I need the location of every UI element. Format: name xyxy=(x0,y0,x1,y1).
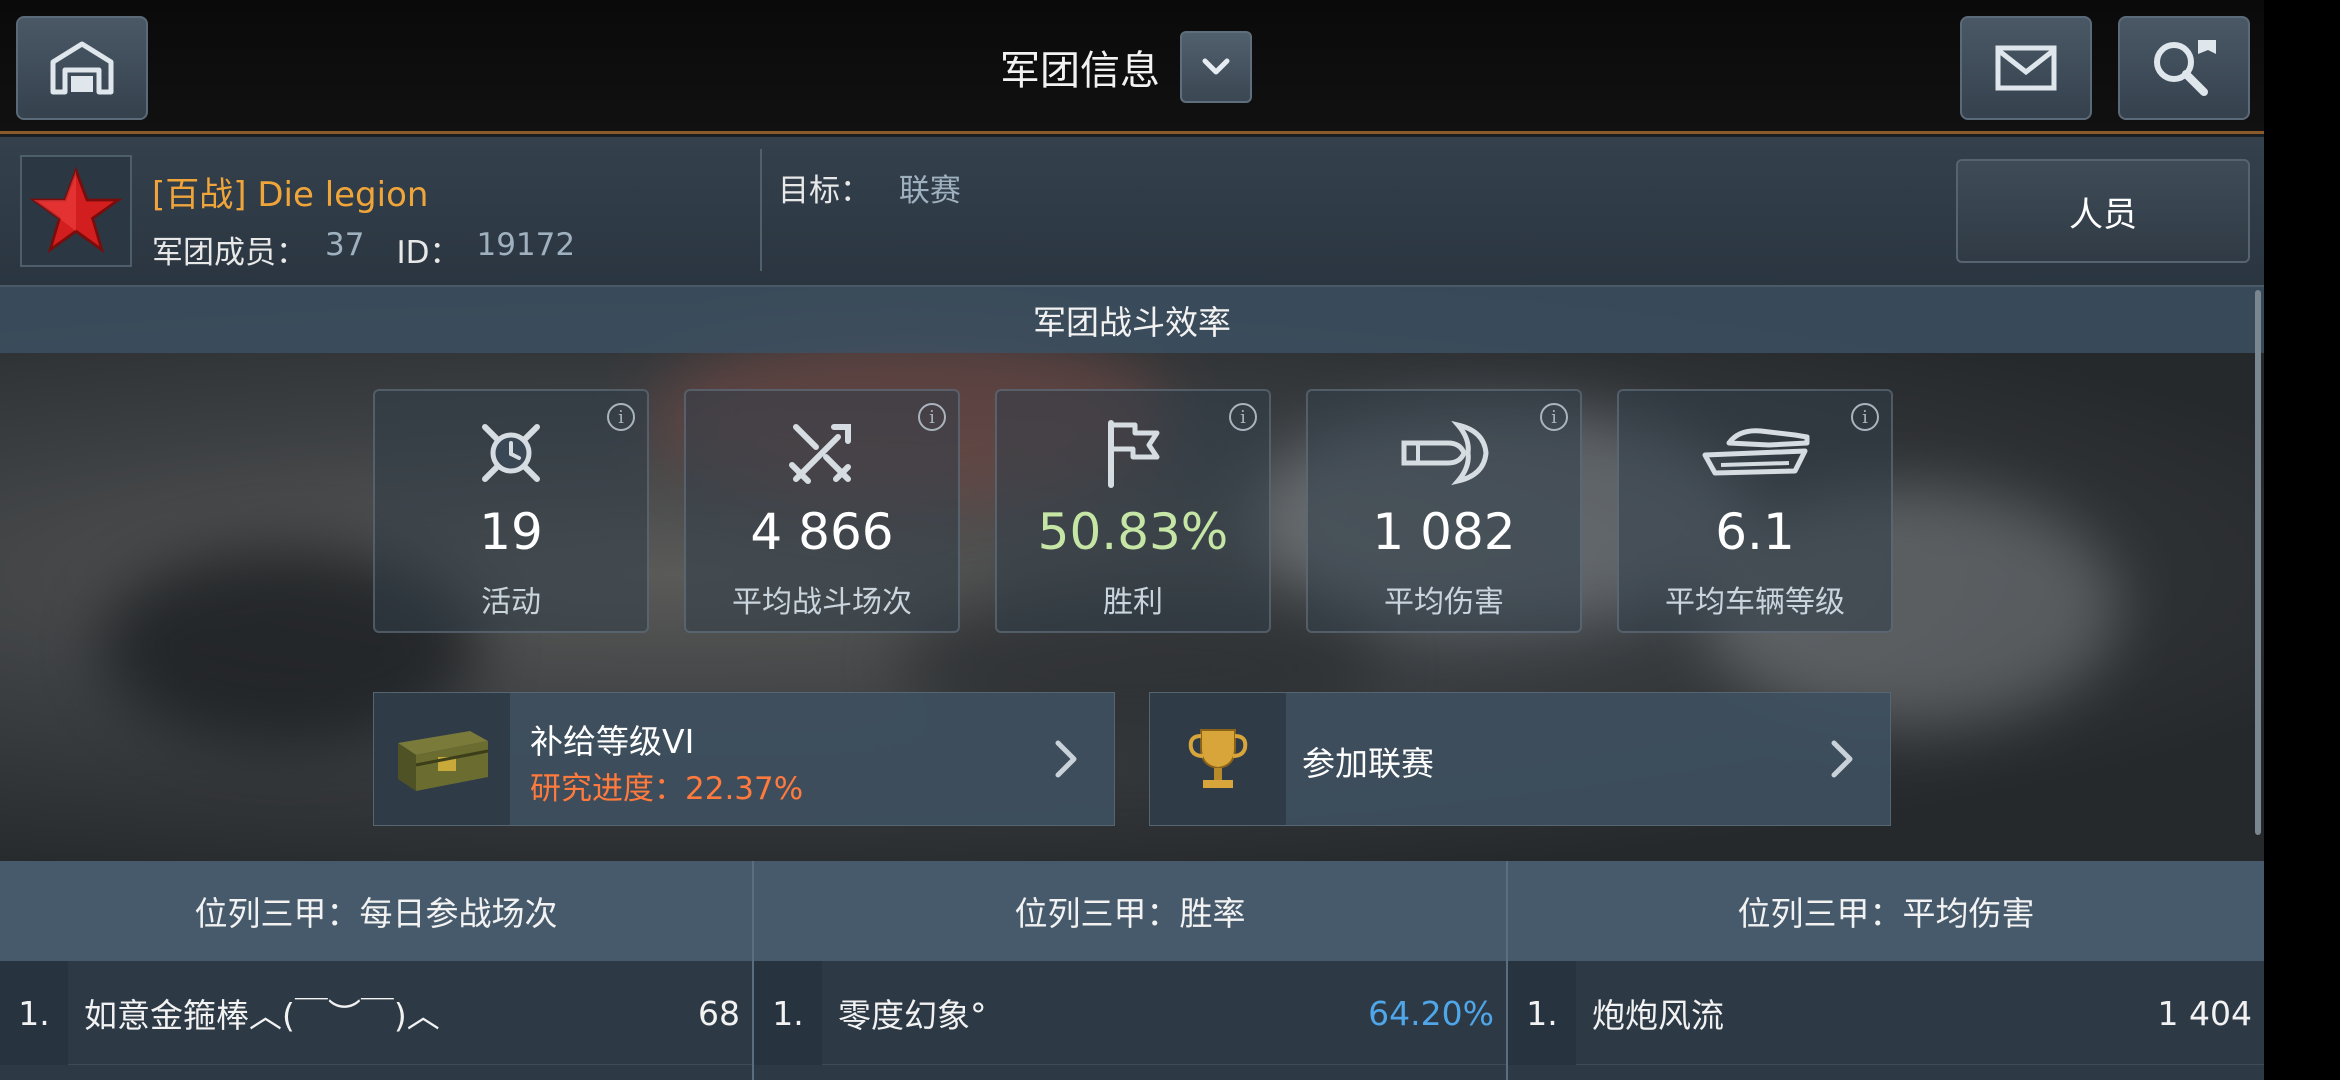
board-list: 1. 炮炮风流 1 404 xyxy=(1508,961,2264,1080)
clan-info-screen: 军团信息 [百战] Die legion 军团成员： 37 ID： 19172 … xyxy=(0,0,2264,1080)
clan-header: [百战] Die legion 军团成员： 37 ID： 19172 目标： 联… xyxy=(0,137,2264,287)
members-button[interactable]: 人员 xyxy=(1956,159,2250,263)
clan-emblem xyxy=(20,155,132,267)
clan-id: 19172 xyxy=(476,227,576,263)
board-title: 位列三甲：每日参战场次 xyxy=(0,861,752,961)
player-name: 如意金箍棒︿(￣︶￣)︿ xyxy=(84,996,440,1035)
garage-icon xyxy=(50,41,114,95)
title-dropdown-button[interactable] xyxy=(1180,31,1252,103)
members-label: 军团成员： xyxy=(152,235,307,271)
league-thumb xyxy=(1150,693,1286,825)
stat-label: 平均战斗场次 xyxy=(732,585,912,620)
player-value: 68 xyxy=(698,993,740,1033)
supply-level-button[interactable]: 补给等级VI 研究进度：22.37% xyxy=(373,692,1115,826)
tank-icon xyxy=(1702,428,1810,476)
mail-button[interactable] xyxy=(1960,16,2092,120)
clan-search-button[interactable] xyxy=(2118,16,2250,120)
mail-icon xyxy=(1995,45,2057,91)
crossed-swords-icon xyxy=(789,424,851,484)
player-value: 1 404 xyxy=(2157,993,2252,1033)
table-row[interactable]: 1. 如意金箍棒︿(￣︶￣)︿ 68 xyxy=(0,961,752,1065)
supply-crate-icon xyxy=(398,731,489,791)
stat-value: 4 866 xyxy=(750,503,894,561)
board-list: 1. 如意金箍棒︿(￣︶￣)︿ 68 xyxy=(0,961,752,1080)
board-daily-battles: 位列三甲：每日参战场次 1. 如意金箍棒︿(￣︶￣)︿ 68 xyxy=(0,861,752,1080)
player-name: 炮炮风流 xyxy=(1592,996,1724,1035)
page-title: 军团信息 xyxy=(1000,48,1160,94)
stat-card-wins[interactable]: i 50.83% 胜利 xyxy=(995,389,1271,633)
stat-card-avg-battles[interactable]: i 4 866 平均战斗场次 xyxy=(684,389,960,633)
flag-icon xyxy=(1108,420,1160,488)
table-row[interactable]: 1. 零度幻象° 64.20% xyxy=(754,961,1506,1065)
stat-label: 活动 xyxy=(481,585,541,620)
chevron-right-icon xyxy=(1822,737,1862,781)
board-title: 位列三甲：平均伤害 xyxy=(1508,861,2264,961)
stat-label: 胜利 xyxy=(1103,585,1163,620)
stat-value: 6.1 xyxy=(1715,503,1795,561)
goal-label: 目标： xyxy=(778,173,871,209)
id-label: ID： xyxy=(396,235,461,271)
supply-thumb xyxy=(374,693,510,825)
shell-damage-icon xyxy=(1401,420,1489,486)
members-count: 37 xyxy=(325,227,365,263)
stat-value: 1 082 xyxy=(1372,503,1516,561)
goal-value: 联赛 xyxy=(898,173,961,209)
join-league-title: 参加联赛 xyxy=(1302,744,1434,783)
rank: 1. xyxy=(1508,961,1576,1065)
supply-level-title: 补给等级VI xyxy=(530,722,695,761)
join-league-button[interactable]: 参加联赛 xyxy=(1149,692,1891,826)
stat-label: 平均车辆等级 xyxy=(1665,585,1845,620)
stat-value: 50.83% xyxy=(1037,503,1229,561)
chevron-right-icon xyxy=(1046,737,1086,781)
search-flag-icon xyxy=(2154,40,2216,96)
rank: 1. xyxy=(0,961,68,1065)
top-bar: 军团信息 xyxy=(0,0,2264,134)
garage-button[interactable] xyxy=(16,16,148,120)
efficiency-title: 军团战斗效率 xyxy=(0,287,2264,353)
title-selector[interactable]: 军团信息 xyxy=(1000,30,1252,104)
stat-value: 19 xyxy=(479,503,543,561)
divider xyxy=(760,149,762,271)
scrollbar[interactable] xyxy=(2255,290,2261,835)
chevron-down-icon xyxy=(1202,58,1230,75)
clan-goal: 目标： 联赛 xyxy=(778,165,961,210)
stat-card-avg-tier[interactable]: i 6.1 平均车辆等级 xyxy=(1617,389,1893,633)
table-row[interactable]: 1. 炮炮风流 1 404 xyxy=(1508,961,2264,1065)
clan-stats-line: 军团成员： 37 ID： 19172 xyxy=(152,227,575,272)
board-win-rate: 位列三甲：胜率 1. 零度幻象° 64.20% xyxy=(754,861,1506,1080)
stat-label: 平均伤害 xyxy=(1384,585,1504,620)
trophy-icon xyxy=(1188,729,1248,788)
clan-name: [百战] Die legion xyxy=(152,175,429,215)
research-progress: 研究进度：22.37% xyxy=(530,771,804,807)
screen-edge xyxy=(2264,0,2340,1080)
red-star-icon xyxy=(30,166,122,254)
stat-card-avg-damage[interactable]: i 1 082 平均伤害 xyxy=(1306,389,1582,633)
stat-card-activity[interactable]: i 19 活动 xyxy=(373,389,649,633)
board-avg-damage: 位列三甲：平均伤害 1. 炮炮风流 1 404 xyxy=(1508,861,2264,1080)
board-title: 位列三甲：胜率 xyxy=(754,861,1506,961)
board-list: 1. 零度幻象° 64.20% xyxy=(754,961,1506,1080)
clock-badge-icon xyxy=(482,424,540,482)
player-name: 零度幻象° xyxy=(838,996,987,1035)
rank: 1. xyxy=(754,961,822,1065)
player-value: 64.20% xyxy=(1368,993,1494,1033)
